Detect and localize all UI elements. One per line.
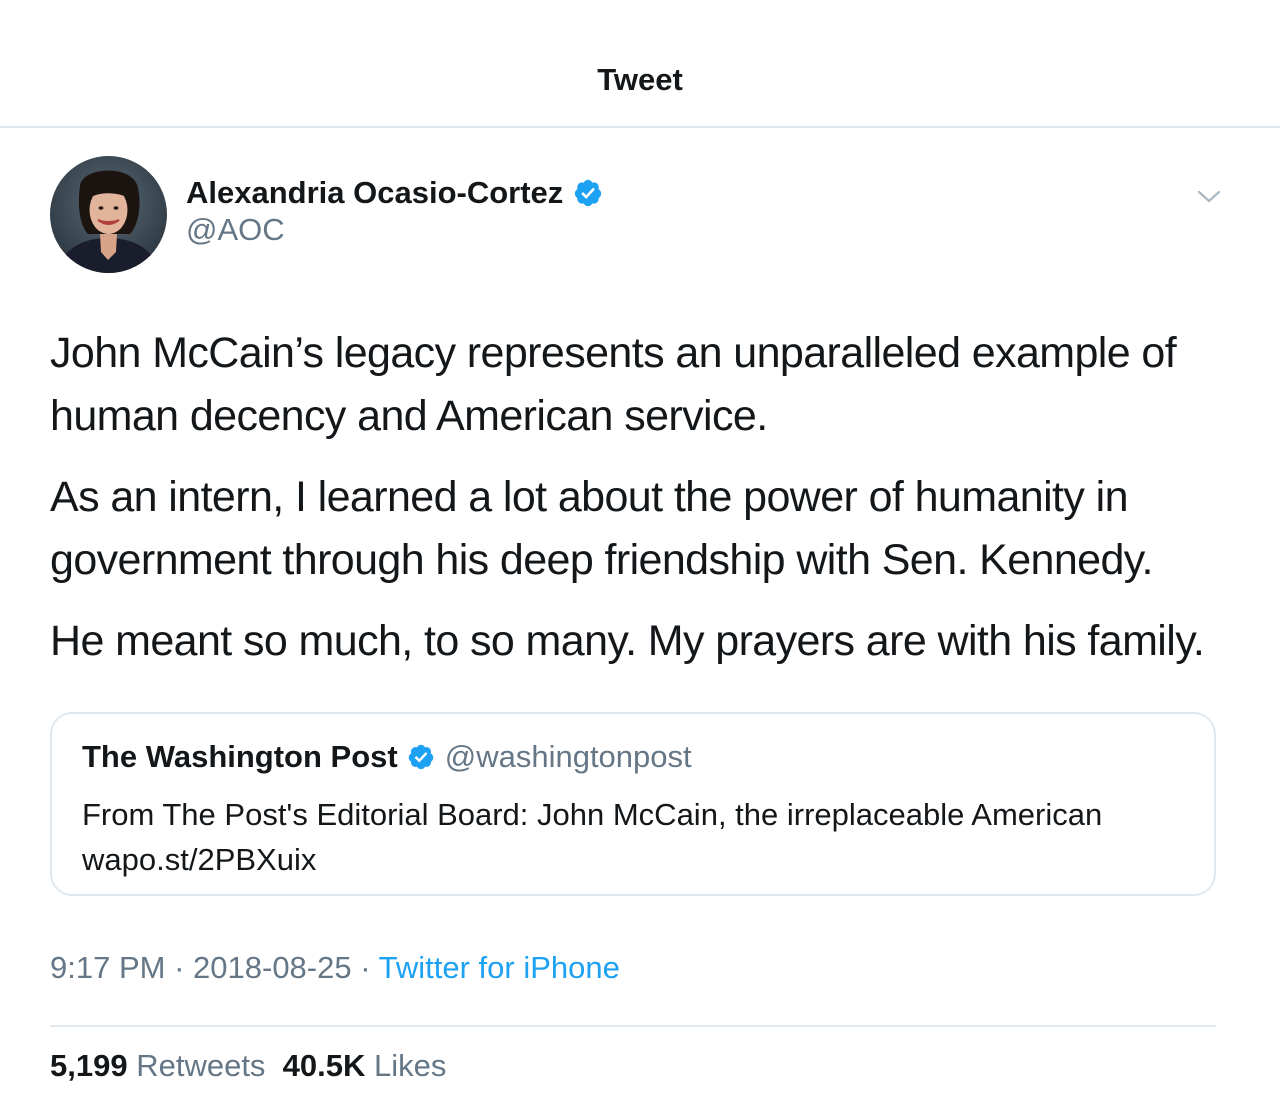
- tweet-body: John McCain’s legacy represents an unpar…: [50, 322, 1240, 691]
- avatar[interactable]: [50, 156, 167, 273]
- verified-badge-icon: [575, 179, 602, 207]
- tweet-paragraph: He meant so much, to so many. My prayers…: [50, 617, 1205, 665]
- chevron-down-icon[interactable]: [1196, 186, 1222, 206]
- tweet-date: 2018-08-25: [193, 950, 352, 985]
- verified-badge-icon: [408, 744, 433, 770]
- quoted-tweet-text: From The Post's Editorial Board: John Mc…: [82, 792, 1192, 882]
- likes-stat[interactable]: 40.5K Likes: [283, 1048, 447, 1083]
- top-bar: Tweet: [0, 0, 1280, 128]
- meta-separator: ·: [360, 950, 371, 985]
- tweet-meta: 9:17 PM · 2018-08-25 · Twitter for iPhon…: [50, 950, 620, 986]
- retweets-stat[interactable]: 5,199 Retweets: [50, 1048, 265, 1083]
- author-name[interactable]: Alexandria Ocasio-Cortez: [186, 175, 563, 211]
- tweet-source-link[interactable]: Twitter for iPhone: [379, 950, 620, 985]
- likes-label: Likes: [374, 1048, 447, 1083]
- page-title: Tweet: [597, 62, 683, 97]
- author-row[interactable]: Alexandria Ocasio-Cortez: [186, 172, 603, 214]
- quoted-tweet-card[interactable]: The Washington Post @washingtonpost From…: [50, 712, 1216, 896]
- quoted-tweet-header: The Washington Post @washingtonpost: [82, 736, 692, 778]
- retweets-count: 5,199: [50, 1048, 128, 1083]
- meta-separator: ·: [174, 950, 185, 985]
- quoted-link[interactable]: wapo.st/2PBXuix: [82, 837, 1192, 882]
- retweets-label: Retweets: [136, 1048, 266, 1083]
- quoted-author-handle: @washingtonpost: [444, 739, 692, 774]
- profile-photo: [50, 156, 167, 273]
- divider: [50, 1025, 1216, 1027]
- author-handle[interactable]: @AOC: [186, 212, 285, 248]
- tweet-paragraph: As an intern, I learned a lot about the …: [50, 473, 1153, 584]
- quoted-author-name: The Washington Post: [82, 739, 398, 774]
- quoted-text-line: From The Post's Editorial Board: John Mc…: [82, 797, 1103, 832]
- tweet-stats: 5,199 Retweets 40.5K Likes: [50, 1048, 446, 1084]
- tweet-paragraph: John McCain’s legacy represents an unpar…: [50, 329, 1177, 440]
- tweet-time: 9:17 PM: [50, 950, 166, 985]
- likes-count: 40.5K: [282, 1048, 366, 1083]
